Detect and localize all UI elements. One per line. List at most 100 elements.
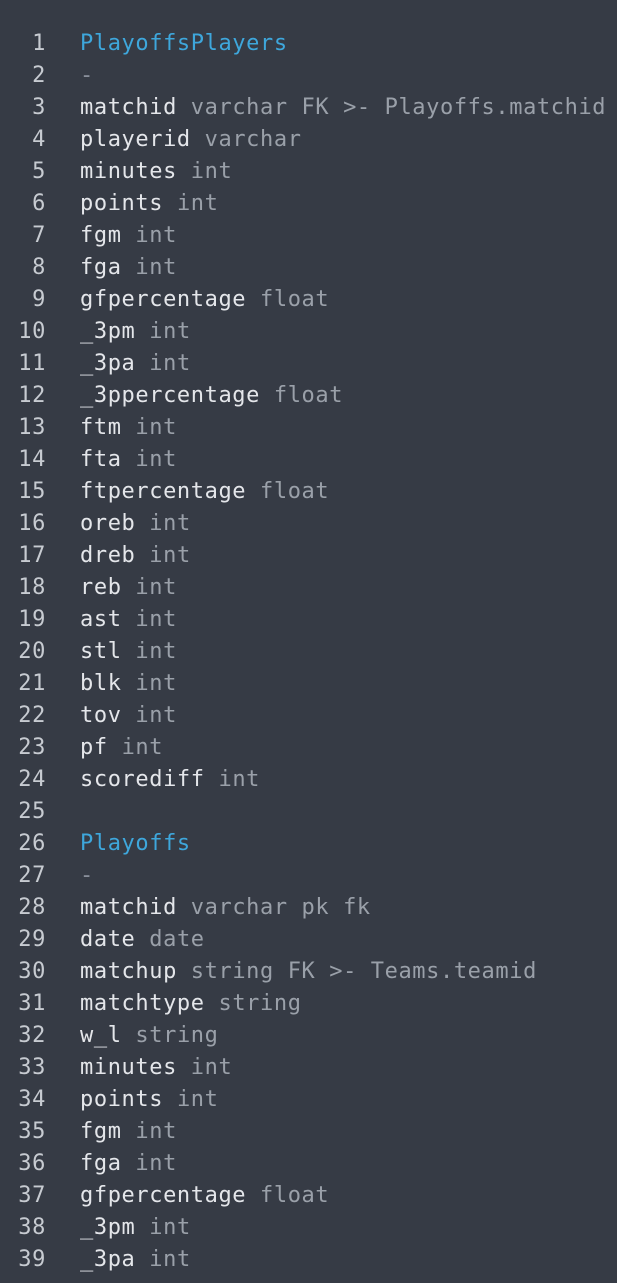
line-number: 24 — [18, 767, 46, 792]
code-line[interactable]: 3 matchid varchar FK >- Playoffs.matchid — [0, 92, 617, 124]
line-content: fga int — [80, 1148, 177, 1180]
code-line[interactable]: 5 minutes int — [0, 156, 617, 188]
code-editor[interactable]: 1 PlayoffsPlayers 2-3 matchid varchar FK >-… — [0, 0, 617, 1283]
code-line[interactable]: 14 fta int — [0, 444, 617, 476]
line-content: gfpercentage float — [80, 1180, 329, 1212]
code-line[interactable]: 7 fgm int — [0, 220, 617, 252]
column-type: int — [149, 511, 191, 536]
line-number: 1 — [32, 31, 46, 56]
code-line[interactable]: 19 ast int — [0, 604, 617, 636]
column-name: _3pa — [80, 1247, 136, 1272]
code-line[interactable]: 28 matchid varchar pk fk — [0, 892, 617, 924]
column-type: int — [149, 351, 191, 376]
column-type: float — [260, 287, 330, 312]
line-number: 28 — [18, 895, 46, 920]
code-line[interactable]: 25 — [0, 796, 617, 828]
code-line[interactable]: 32 w_l string — [0, 1020, 617, 1052]
line-number: 6 — [32, 191, 46, 216]
code-line[interactable]: 24 scorediff int — [0, 764, 617, 796]
line-content: fga int — [80, 252, 177, 284]
code-line[interactable]: 16 oreb int — [0, 508, 617, 540]
column-type: int — [135, 1119, 177, 1144]
column-name: _3pa — [80, 351, 136, 376]
code-line[interactable]: 29 date date — [0, 924, 617, 956]
line-number: 38 — [18, 1215, 46, 1240]
code-line[interactable]: 34 points int — [0, 1084, 617, 1116]
code-line[interactable]: 8 fga int — [0, 252, 617, 284]
line-number: 3 — [32, 95, 46, 120]
line-number: 2 — [32, 63, 46, 88]
code-line[interactable]: 36 fga int — [0, 1148, 617, 1180]
line-content: ast int — [80, 604, 177, 636]
column-type: int — [135, 639, 177, 664]
code-line[interactable]: 23 pf int — [0, 732, 617, 764]
code-line[interactable]: 33 minutes int — [0, 1052, 617, 1084]
code-line[interactable]: 18 reb int — [0, 572, 617, 604]
code-line[interactable]: 13 ftm int — [0, 412, 617, 444]
line-number: 5 — [32, 159, 46, 184]
line-content: reb int — [80, 572, 177, 604]
code-line[interactable]: 1 PlayoffsPlayers — [0, 28, 617, 60]
line-content: points int — [80, 1084, 218, 1116]
code-line[interactable]: 15 ftpercentage float — [0, 476, 617, 508]
code-line[interactable]: 35 fgm int — [0, 1116, 617, 1148]
line-number: 29 — [18, 927, 46, 952]
code-line[interactable]: 6 points int — [0, 188, 617, 220]
code-line[interactable]: 17 dreb int — [0, 540, 617, 572]
column-name: blk — [80, 671, 122, 696]
column-name: points — [80, 1087, 164, 1112]
table-name: Playoffs — [80, 831, 191, 856]
column-name: reb — [80, 575, 122, 600]
code-line[interactable]: 26 Playoffs — [0, 828, 617, 860]
code-line[interactable]: 12 _3ppercentage float — [0, 380, 617, 412]
line-content: w_l string — [80, 1020, 218, 1052]
code-line[interactable]: 22 tov int — [0, 700, 617, 732]
column-name: ast — [80, 607, 122, 632]
line-number: 36 — [18, 1151, 46, 1176]
line-content: minutes int — [80, 1052, 232, 1084]
code-line[interactable]: 30 matchup string FK >- Teams.teamid — [0, 956, 617, 988]
column-name: pf — [80, 735, 108, 760]
code-line[interactable]: 10 _3pm int — [0, 316, 617, 348]
column-type: int — [176, 1087, 219, 1112]
column-name: dreb — [80, 543, 136, 568]
code-line[interactable]: 31 matchtype string — [0, 988, 617, 1020]
line-content: points int — [80, 188, 218, 220]
code-line[interactable]: 2- — [0, 60, 617, 92]
column-name: tov — [80, 703, 122, 728]
code-line[interactable]: 20 stl int — [0, 636, 617, 668]
column-name: _3pm — [80, 319, 136, 344]
column-name: matchtype — [80, 991, 205, 1016]
code-line[interactable]: 9 gfpercentage float — [0, 284, 617, 316]
code-line[interactable]: 4 playerid varchar — [0, 124, 617, 156]
line-number: 10 — [18, 319, 46, 344]
code-line[interactable]: 39 _3pa int — [0, 1244, 617, 1276]
line-content: tov int — [80, 700, 177, 732]
line-content: matchup string FK >- Teams.teamid — [80, 956, 537, 988]
column-name: gfpercentage — [80, 287, 247, 312]
line-content: - — [80, 860, 94, 892]
column-name: fga — [80, 255, 122, 280]
line-number: 12 — [18, 383, 46, 408]
line-content: _3pm int — [80, 1212, 191, 1244]
line-number: 17 — [18, 543, 46, 568]
column-type: varchar pk fk — [190, 895, 371, 920]
column-type: int — [135, 575, 177, 600]
code-line[interactable]: 37 gfpercentage float — [0, 1180, 617, 1212]
column-type: string — [218, 991, 302, 1016]
code-line[interactable]: 27 - — [0, 860, 617, 892]
code-line[interactable]: 11 _3pa int — [0, 348, 617, 380]
code-line[interactable]: 38 _3pm int — [0, 1212, 617, 1244]
column-type: int — [135, 447, 177, 472]
column-type: int — [218, 767, 261, 792]
column-type: int — [135, 415, 177, 440]
line-content: Playoffs — [80, 828, 191, 860]
column-type: float — [260, 1183, 330, 1208]
column-name: matchid — [80, 95, 177, 120]
line-content: _3pa int — [80, 1244, 191, 1276]
code-line[interactable]: 21 blk int — [0, 668, 617, 700]
line-content: matchid varchar pk fk — [80, 892, 371, 924]
column-name: ftm — [80, 415, 122, 440]
column-name: matchup — [80, 959, 177, 984]
line-number: 35 — [18, 1119, 46, 1144]
